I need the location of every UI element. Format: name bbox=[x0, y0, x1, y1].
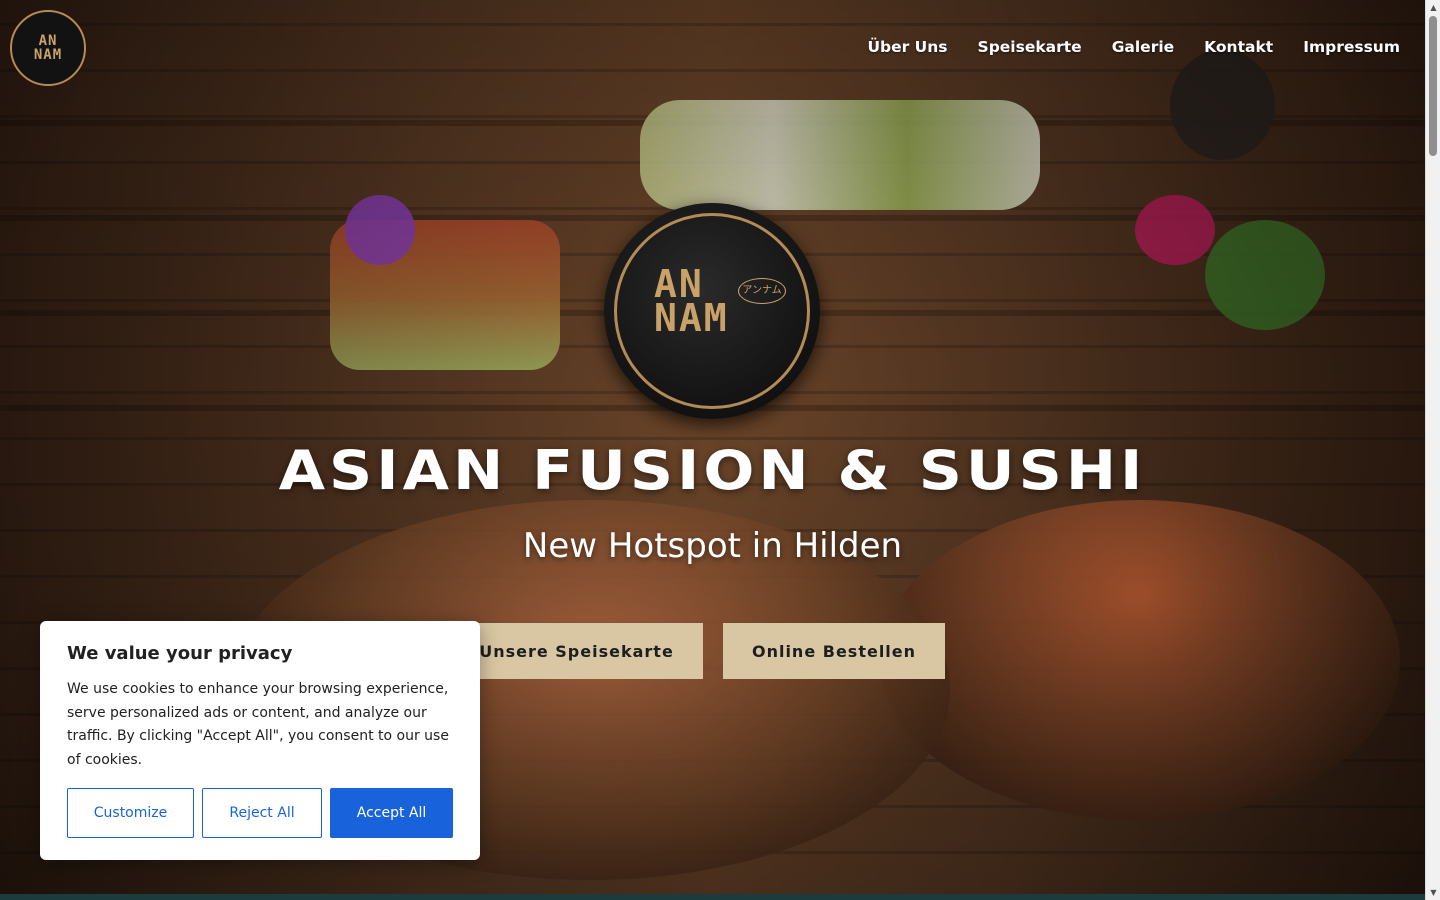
scroll-down-arrow-icon[interactable]: ▼ bbox=[1426, 885, 1440, 900]
accept-all-button[interactable]: Accept All bbox=[330, 788, 453, 838]
main-nav: Über Uns Speisekarte Galerie Kontakt Imp… bbox=[867, 38, 1400, 56]
header-logo[interactable]: AN NAM bbox=[10, 10, 86, 86]
hero-subheadline: New Hotspot in Hilden bbox=[522, 526, 903, 566]
hero-headline: Asian Fusion & Sushi bbox=[278, 439, 1147, 503]
menu-button[interactable]: Unsere Speisekarte bbox=[450, 623, 703, 679]
header-logo-line1: AN bbox=[38, 33, 58, 49]
nav-item-galerie[interactable]: Galerie bbox=[1112, 38, 1174, 56]
cookie-consent-dialog: We value your privacy We use cookies to … bbox=[40, 621, 480, 860]
reject-all-button[interactable]: Reject All bbox=[202, 788, 322, 838]
nav-item-impressum[interactable]: Impressum bbox=[1303, 38, 1400, 56]
logo-japanese-text: アンナム bbox=[738, 278, 786, 304]
nav-item-speisekarte[interactable]: Speisekarte bbox=[978, 38, 1082, 56]
header-logo-line2: NAM bbox=[33, 47, 63, 63]
nav-item-kontakt[interactable]: Kontakt bbox=[1204, 38, 1273, 56]
order-online-button[interactable]: Online Bestellen bbox=[723, 623, 945, 679]
customize-button[interactable]: Customize bbox=[67, 788, 194, 838]
scroll-thumb[interactable] bbox=[1429, 16, 1437, 156]
cookie-title: We value your privacy bbox=[67, 643, 293, 664]
center-logo-line2: NAM bbox=[654, 296, 729, 340]
center-logo: AN NAM アンナム bbox=[604, 203, 820, 419]
nav-item-ueber-uns[interactable]: Über Uns bbox=[867, 38, 947, 56]
page-scrollbar[interactable]: ▲ ▼ bbox=[1425, 0, 1440, 900]
scroll-up-arrow-icon[interactable]: ▲ bbox=[1426, 0, 1440, 15]
cookie-text: We use cookies to enhance your browsing … bbox=[67, 681, 449, 768]
cookie-actions: Customize Reject All Accept All bbox=[67, 788, 453, 838]
